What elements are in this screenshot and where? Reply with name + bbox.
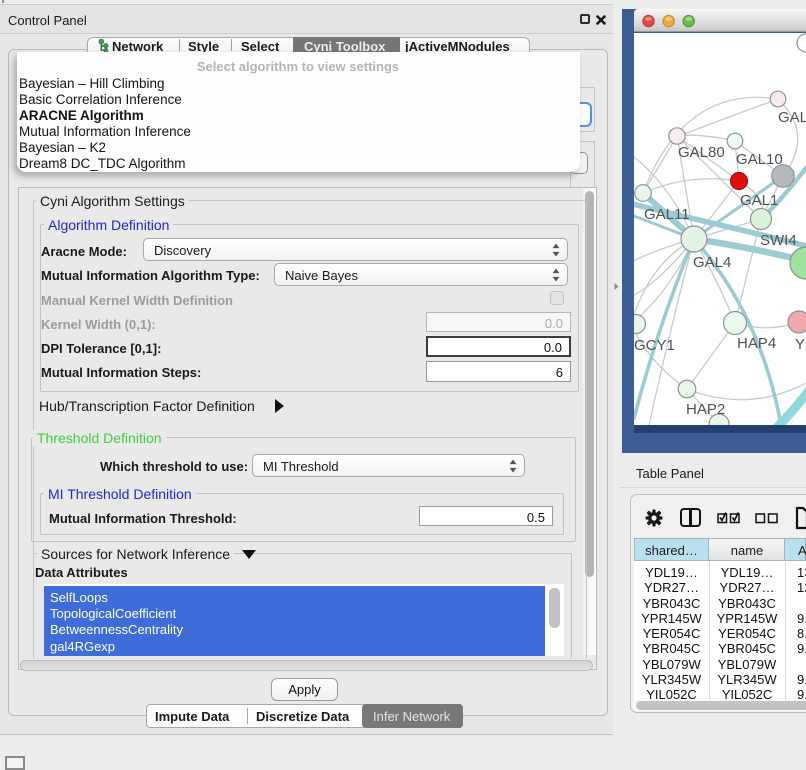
- svg-text:HAP2: HAP2: [686, 401, 725, 418]
- svg-text:SWI4: SWI4: [760, 232, 797, 249]
- svg-text:GAL: GAL: [778, 109, 806, 126]
- svg-text:GAL1: GAL1: [740, 192, 778, 209]
- svg-text:GAL11: GAL11: [644, 206, 690, 223]
- svg-text:Y: Y: [795, 336, 805, 353]
- svg-text:GAL10: GAL10: [736, 151, 783, 168]
- svg-text:HAP4: HAP4: [737, 335, 776, 352]
- svg-text:GAL80: GAL80: [678, 144, 725, 161]
- svg-text:GAL4: GAL4: [693, 254, 731, 271]
- svg-text:GCY1: GCY1: [634, 337, 675, 354]
